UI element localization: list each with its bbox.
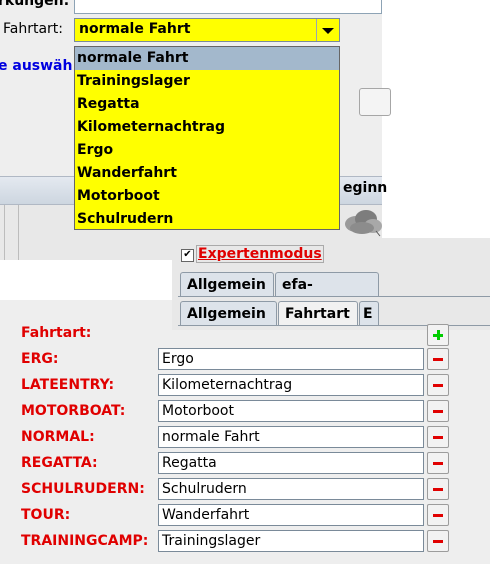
expertenmodus-checkbox-label[interactable]: Expertenmodus [196, 245, 324, 263]
tab-efa-bootshaus[interactable]: efa-Bootsha [275, 272, 379, 317]
minus-icon[interactable] [427, 400, 449, 422]
dropdown-option[interactable]: Wanderfahrt [75, 162, 339, 185]
dropdown-option[interactable]: Motorboot [75, 185, 339, 208]
plus-icon[interactable] [427, 324, 449, 346]
minus-icon[interactable] [427, 426, 449, 448]
fahrtart-header-label: Fahrtart: [21, 325, 92, 341]
minus-icon[interactable] [427, 374, 449, 396]
property-key: LATEENTRY: [21, 377, 115, 393]
bemerkungen-field[interactable] [74, 0, 382, 14]
property-key: MOTORBOAT: [21, 403, 126, 419]
tab-allgemein[interactable]: Allgemein [180, 301, 277, 325]
cloud-icon [340, 207, 384, 237]
auswaehlen-link[interactable]: e auswäh [0, 58, 72, 74]
property-key: TOUR: [21, 507, 71, 523]
property-key: TRAININGCAMP: [21, 533, 149, 549]
check-icon[interactable]: ✔ [181, 249, 194, 262]
chevron-down-icon[interactable] [316, 19, 339, 41]
side-button[interactable] [359, 88, 391, 116]
fahrtart-label: Fahrtart: [3, 21, 64, 37]
combobox-value: normale Fahrt [79, 21, 191, 37]
property-value-field[interactable]: Schulrudern [158, 478, 424, 500]
property-key: REGATTA: [21, 455, 98, 471]
property-key: ERG: [21, 351, 59, 367]
minus-icon[interactable] [427, 452, 449, 474]
property-value-field[interactable]: Ergo [158, 348, 424, 370]
minus-icon[interactable] [427, 478, 449, 500]
property-key: SCHULRUDERN: [21, 481, 145, 497]
property-value-field[interactable]: Kilometernachtrag [158, 374, 424, 396]
property-value-field[interactable]: Trainingslager [158, 530, 424, 552]
minus-icon[interactable] [427, 504, 449, 526]
dropdown-option[interactable]: Kilometernachtrag [75, 116, 339, 139]
dropdown-option[interactable]: Schulrudern [75, 208, 339, 231]
dropdown-option[interactable]: Regatta [75, 93, 339, 116]
property-value-field[interactable]: Wanderfahrt [158, 504, 424, 526]
minus-icon[interactable] [427, 348, 449, 370]
property-key: NORMAL: [21, 429, 95, 445]
dropdown-option[interactable]: Ergo [75, 139, 339, 162]
property-value-field[interactable]: Motorboot [158, 400, 424, 422]
property-value-field[interactable]: Regatta [158, 452, 424, 474]
beginn-label: eginn [343, 180, 388, 196]
dropdown-option[interactable]: Trainingslager [75, 70, 339, 93]
bemerkungen-label: rkungen: [0, 0, 70, 9]
minus-icon[interactable] [427, 530, 449, 552]
dropdown-option[interactable]: normale Fahrt [75, 47, 339, 70]
tab-allgemein-top[interactable]: Allgemein [180, 272, 274, 296]
property-value-field[interactable]: normale Fahrt [158, 426, 424, 448]
fahrtart-combobox[interactable]: normale Fahrt [74, 18, 340, 42]
fahrtart-dropdown-list: normale Fahrt Trainingslager Regatta Kil… [74, 46, 340, 230]
tab-more[interactable]: E [359, 301, 379, 325]
tab-fahrtart[interactable]: Fahrtart [278, 301, 358, 325]
